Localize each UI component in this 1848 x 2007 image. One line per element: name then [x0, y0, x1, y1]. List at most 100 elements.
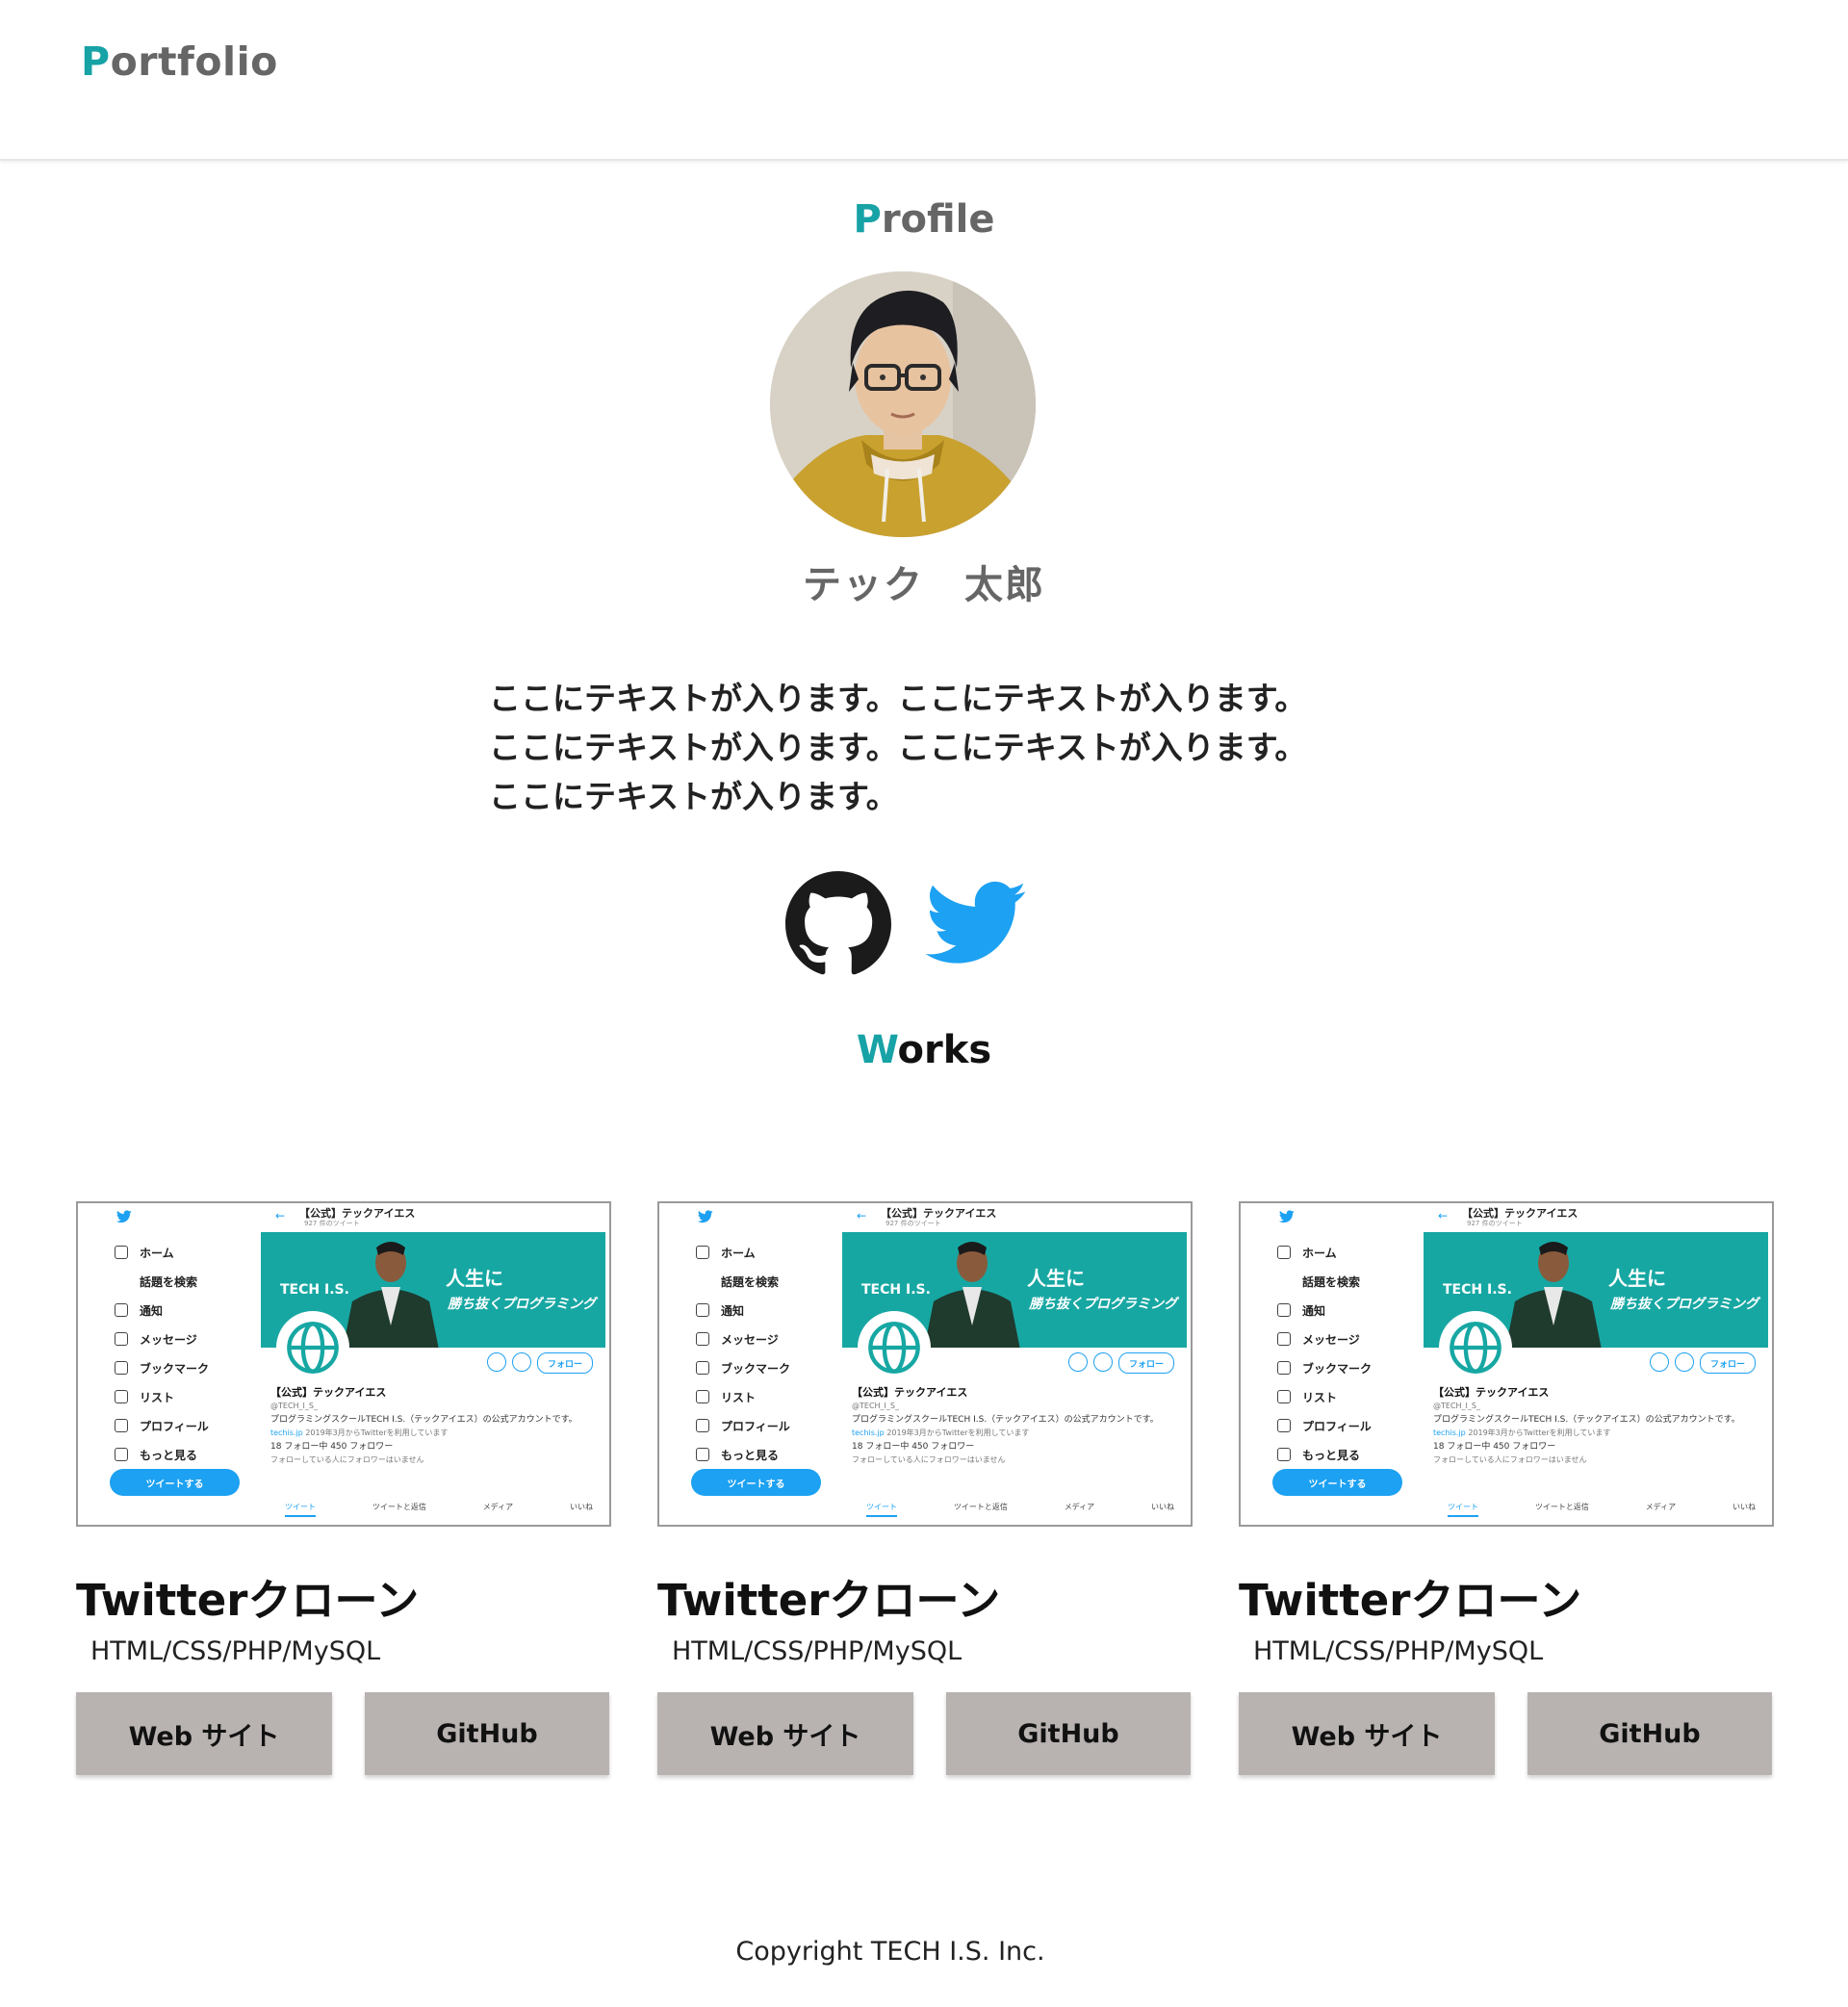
- thumb-meta-row: techis.jp 2019年3月からTwitterを利用しています: [270, 1427, 598, 1440]
- thumb-menu: ホーム 話題を検索 通知 メッセージ ブックマーク リスト プロフィール もっと見る: [115, 1238, 209, 1469]
- work-title: Twitterクローン: [657, 1575, 1001, 1626]
- thumb-joined: 2019年3月からTwitterを利用しています: [305, 1428, 449, 1437]
- menu-icon: [1277, 1361, 1291, 1375]
- work-card: ホーム 話題を検索 通知 メッセージ ブックマーク リスト プロフィール もっと見る ツイートす…: [76, 1201, 611, 1775]
- thumb-actions: フォロー: [1650, 1352, 1757, 1374]
- thumb-menu-label: もっと見る: [1302, 1448, 1361, 1462]
- thumb-menu-item: ホーム: [696, 1238, 790, 1267]
- thumb-menu-label: リスト: [721, 1390, 757, 1404]
- thumb-banner-line2: 勝ち抜くプログラミング: [448, 1297, 596, 1312]
- thumb-follow-button: フォロー: [537, 1352, 594, 1374]
- mail-icon: [1093, 1352, 1113, 1372]
- profile-heading-initial: P: [853, 197, 882, 242]
- work-title: Twitterクローン: [1239, 1575, 1582, 1626]
- thumb-account-name: 【公式】テックアイエス: [852, 1386, 968, 1399]
- thumb-menu-label: プロフィール: [1302, 1419, 1372, 1433]
- site-logo[interactable]: Portfolio: [81, 39, 278, 85]
- thumb-menu-label: ホーム: [140, 1246, 174, 1260]
- menu-icon: [115, 1419, 128, 1432]
- menu-icon: [696, 1361, 709, 1375]
- thumb-tab: ツイート: [285, 1502, 316, 1517]
- thumb-menu-item: リスト: [1277, 1382, 1372, 1411]
- thumb-known: フォローしている人にフォロワーはいません: [1433, 1455, 1587, 1464]
- thumb-menu: ホーム 話題を検索 通知 メッセージ ブックマーク リスト プロフィール もっと見る: [1277, 1238, 1372, 1469]
- thumb-menu-label: ブックマーク: [1302, 1361, 1373, 1376]
- works-heading: Works: [0, 1028, 1848, 1072]
- thumb-banner-person: [919, 1234, 1025, 1348]
- thumb-menu-item: リスト: [696, 1382, 790, 1411]
- thumb-profile-info: 【公式】テックアイエス @TECH_I_S_ プログラミングスクールTECH I.S…: [852, 1386, 1179, 1467]
- website-button[interactable]: Web サイト: [1239, 1692, 1495, 1775]
- thumb-tabs: ツイート ツイートと返信 メディア いいね: [285, 1502, 593, 1517]
- thumb-banner-line1: 人生に: [1027, 1267, 1085, 1290]
- thumb-menu-item: 通知: [1277, 1296, 1372, 1325]
- thumb-actions: フォロー: [1068, 1352, 1175, 1374]
- thumb-header-sub: 927 件のツイート: [304, 1220, 360, 1227]
- thumb-banner-line1: 人生に: [446, 1267, 503, 1290]
- menu-icon: [1277, 1419, 1291, 1432]
- thumb-menu-item: ブックマーク: [696, 1353, 790, 1382]
- twitter-link[interactable]: [924, 871, 1030, 977]
- menu-icon: [696, 1390, 709, 1403]
- thumb-menu-item: ホーム: [115, 1238, 209, 1267]
- thumb-menu-label: ホーム: [721, 1246, 756, 1260]
- github-button[interactable]: GitHub: [946, 1692, 1191, 1775]
- thumb-tab: いいね: [569, 1503, 593, 1511]
- profile-name: テック 太郎: [803, 563, 1045, 607]
- thumb-menu-item: メッセージ: [1277, 1325, 1372, 1353]
- thumb-follow-row: 18 フォロー中 450 フォロワー: [852, 1440, 1179, 1454]
- thumb-menu-item: 通知: [696, 1296, 790, 1325]
- menu-icon: [1277, 1246, 1291, 1259]
- thumb-link: techis.jp: [852, 1428, 885, 1437]
- thumb-description: プログラミングスクールTECH I.S.（テックアイエス）の公式アカウントです。: [852, 1415, 1159, 1425]
- work-thumbnail[interactable]: ホーム 話題を検索 通知 メッセージ ブックマーク リスト プロフィール もっと見る ツイートす…: [76, 1201, 611, 1527]
- thumb-follow-button: フォロー: [1700, 1352, 1757, 1374]
- thumb-menu-label: もっと見る: [140, 1448, 198, 1462]
- thumb-menu-item: プロフィール: [1277, 1411, 1372, 1440]
- menu-icon: [115, 1303, 128, 1317]
- github-button[interactable]: GitHub: [365, 1692, 609, 1775]
- thumb-profile-info: 【公式】テックアイエス @TECH_I_S_ プログラミングスクールTECH I.S…: [270, 1386, 598, 1467]
- logo-text: ortfolio: [110, 39, 278, 85]
- thumb-joined: 2019年3月からTwitterを利用しています: [886, 1428, 1030, 1437]
- menu-icon: [1277, 1448, 1291, 1461]
- site-header: Portfolio: [0, 0, 1848, 161]
- thumb-meta-row: techis.jp 2019年3月からTwitterを利用しています: [1433, 1427, 1760, 1440]
- thumb-link: techis.jp: [270, 1428, 303, 1437]
- menu-icon: [696, 1303, 709, 1317]
- footer-copyright: Copyright TECH I.S. Inc.: [735, 1937, 1045, 1967]
- thumb-tab: メディア: [1064, 1503, 1095, 1511]
- work-thumbnail[interactable]: ホーム 話題を検索 通知 メッセージ ブックマーク リスト プロフィール もっと見る ツイートす…: [657, 1201, 1193, 1527]
- thumb-menu-label: 話題を検索: [1302, 1274, 1361, 1289]
- thumb-menu-item: もっと見る: [115, 1440, 209, 1469]
- thumb-tab: ツイートと返信: [953, 1503, 1008, 1511]
- twitter-bird-icon: [116, 1209, 132, 1227]
- thumb-follow-row: 18 フォロー中 450 フォロワー: [1433, 1440, 1760, 1454]
- work-thumbnail[interactable]: ホーム 話題を検索 通知 メッセージ ブックマーク リスト プロフィール もっと見る ツイートす…: [1239, 1201, 1774, 1527]
- thumb-menu-item: もっと見る: [696, 1440, 790, 1469]
- thumb-following: 18 フォロー中: [1433, 1442, 1491, 1452]
- bio-line: ここにテキストが入ります。ここにテキストが入ります。: [489, 729, 1307, 766]
- thumb-description: プログラミングスクールTECH I.S.（テックアイエス）の公式アカウントです。: [270, 1415, 578, 1425]
- thumb-account-name: 【公式】テックアイエス: [270, 1386, 387, 1399]
- thumb-tab: ツイートと返信: [1534, 1503, 1589, 1511]
- thumb-menu-item: 通知: [115, 1296, 209, 1325]
- github-link[interactable]: [785, 871, 891, 977]
- website-button[interactable]: Web サイト: [657, 1692, 913, 1775]
- thumb-menu-label: 通知: [721, 1303, 745, 1318]
- back-arrow-icon: ←: [275, 1209, 286, 1222]
- thumb-meta-row: techis.jp 2019年3月からTwitterを利用しています: [852, 1427, 1179, 1440]
- thumb-account-name: 【公式】テックアイエス: [1433, 1386, 1550, 1399]
- twitter-bird-icon: [1278, 1209, 1295, 1227]
- menu-icon: [115, 1274, 128, 1288]
- thumb-menu-item: ブックマーク: [115, 1353, 209, 1382]
- thumb-menu-label: メッセージ: [721, 1332, 779, 1347]
- thumb-menu-item: 話題を検索: [1277, 1267, 1372, 1296]
- thumb-banner-line2: 勝ち抜くプログラミング: [1610, 1297, 1758, 1312]
- thumb-header-sub: 927 件のツイート: [1467, 1220, 1523, 1227]
- thumb-menu-label: 話題を検索: [140, 1274, 198, 1289]
- github-button[interactable]: GitHub: [1527, 1692, 1772, 1775]
- menu-icon: [115, 1448, 128, 1461]
- website-button[interactable]: Web サイト: [76, 1692, 332, 1775]
- more-icon: [1068, 1352, 1088, 1372]
